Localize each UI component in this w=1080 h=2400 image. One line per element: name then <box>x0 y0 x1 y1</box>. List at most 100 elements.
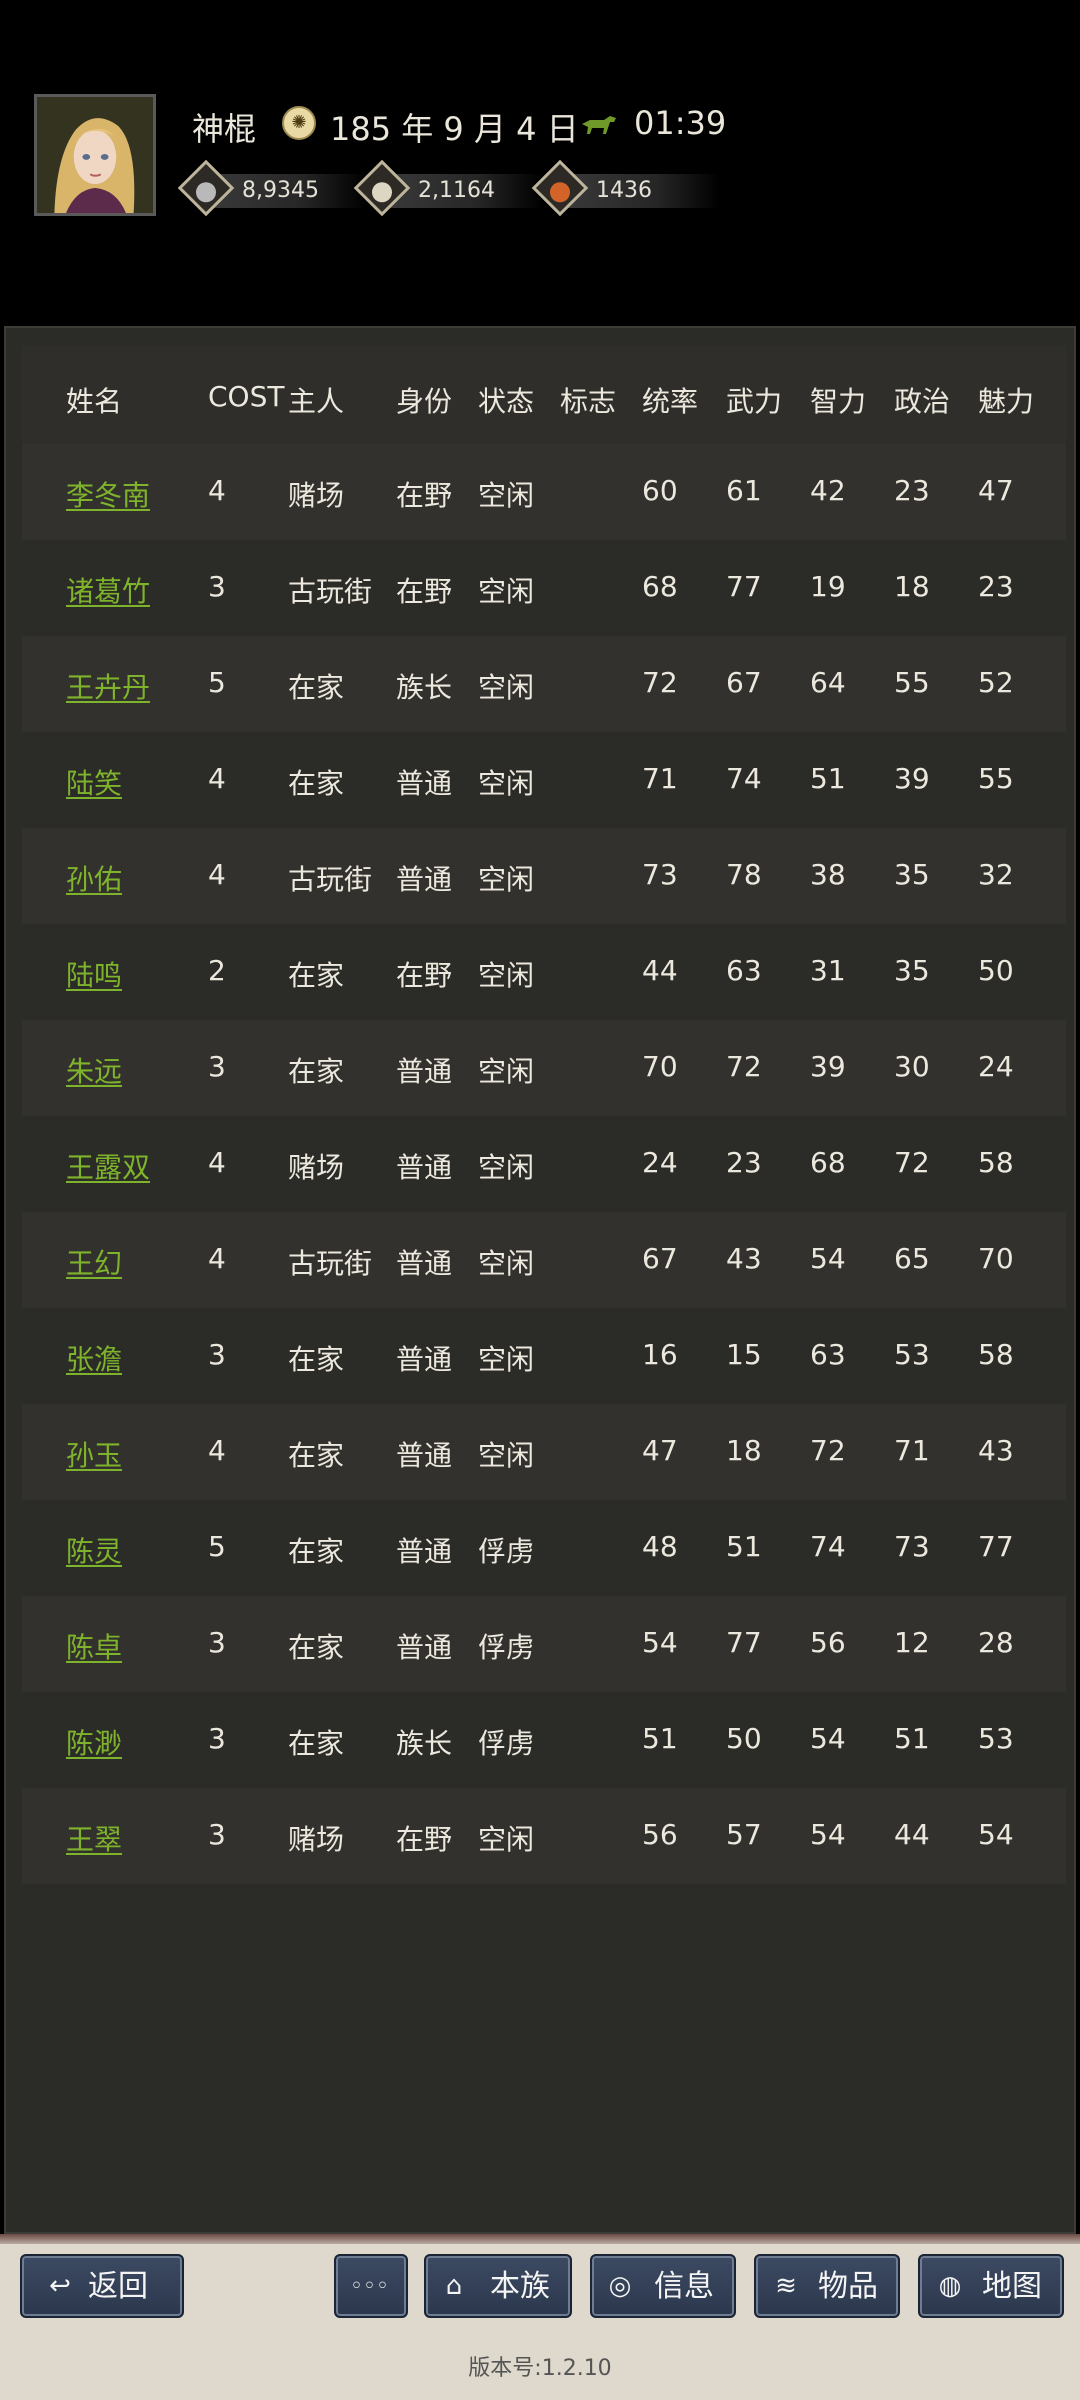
col-flag[interactable]: 标志 <box>560 380 616 420</box>
row-politics: 18 <box>894 570 930 603</box>
col-intelligence[interactable]: 智力 <box>810 380 866 420</box>
table-row[interactable]: 孙佑 4 古玩街 普通 空闲 73 78 38 35 32 <box>22 828 1066 924</box>
col-cost[interactable]: COST <box>208 380 284 413</box>
grain-value: 2,1164 <box>418 178 495 203</box>
row-status: 空闲 <box>478 767 535 800</box>
row-war: 43 <box>726 1242 762 1275</box>
character-name-link[interactable]: 朱远 <box>66 1050 122 1090</box>
row-owner: 在家 <box>288 959 345 992</box>
row-owner: 在家 <box>288 1055 345 1088</box>
table-row[interactable]: 陈灵 5 在家 普通 俘虏 48 51 74 73 77 <box>22 1500 1066 1596</box>
clan-button[interactable]: ⌂ 本族 <box>424 2254 572 2318</box>
row-war: 15 <box>726 1338 762 1371</box>
info-button[interactable]: ◎ 信息 <box>590 2254 736 2318</box>
row-politics: 23 <box>894 474 930 507</box>
character-name-link[interactable]: 王幻 <box>66 1242 122 1282</box>
col-politics[interactable]: 政治 <box>894 380 950 420</box>
row-status: 空闲 <box>478 671 535 704</box>
row-owner: 古玩街 <box>288 575 373 608</box>
row-war: 18 <box>726 1434 762 1467</box>
row-politics: 65 <box>894 1242 930 1275</box>
table-row[interactable]: 王卉丹 5 在家 族长 空闲 72 67 64 55 52 <box>22 636 1066 732</box>
row-cost: 4 <box>208 1146 226 1179</box>
character-name-link[interactable]: 陈卓 <box>66 1626 122 1666</box>
food-value: 1436 <box>596 178 652 203</box>
table-row[interactable]: 陈卓 3 在家 普通 俘虏 54 77 56 12 28 <box>22 1596 1066 1692</box>
horse-icon <box>582 116 616 134</box>
col-owner[interactable]: 主人 <box>288 380 344 420</box>
character-name-link[interactable]: 陆鸣 <box>66 954 122 994</box>
row-war: 77 <box>726 570 762 603</box>
row-owner: 在家 <box>288 1727 345 1760</box>
table-row[interactable]: 王幻 4 古玩街 普通 空闲 67 43 54 65 70 <box>22 1212 1066 1308</box>
game-clock: 01:39 <box>634 104 727 142</box>
map-button[interactable]: ◍ 地图 <box>918 2254 1064 2318</box>
table-row[interactable]: 王露双 4 赌场 普通 空闲 24 23 68 72 58 <box>22 1116 1066 1212</box>
character-name-link[interactable]: 李冬南 <box>66 474 150 514</box>
row-leadership: 24 <box>642 1146 678 1179</box>
table-row[interactable]: 张澹 3 在家 普通 空闲 16 15 63 53 58 <box>22 1308 1066 1404</box>
more-button[interactable]: ◦◦◦ <box>334 2254 408 2318</box>
clan-label: 本族 <box>490 2269 550 2304</box>
row-status: 空闲 <box>478 1247 535 1280</box>
nav-divider <box>0 2234 1080 2244</box>
row-owner: 赌场 <box>288 1823 345 1856</box>
row-cost: 4 <box>208 1242 226 1275</box>
row-war: 77 <box>726 1626 762 1659</box>
col-charm[interactable]: 魅力 <box>978 380 1034 420</box>
table-row[interactable]: 陆笑 4 在家 普通 空闲 71 74 51 39 55 <box>22 732 1066 828</box>
table-row[interactable]: 王翠 3 赌场 在野 空闲 56 57 54 44 54 <box>22 1788 1066 1884</box>
row-charm: 47 <box>978 474 1014 507</box>
row-leadership: 51 <box>642 1722 678 1755</box>
row-politics: 44 <box>894 1818 930 1851</box>
items-button[interactable]: ≋ 物品 <box>754 2254 900 2318</box>
player-avatar[interactable] <box>34 94 156 216</box>
row-charm: 53 <box>978 1722 1014 1755</box>
row-war: 72 <box>726 1050 762 1083</box>
row-intelligence: 51 <box>810 762 846 795</box>
character-name-link[interactable]: 王翠 <box>66 1818 122 1858</box>
table-row[interactable]: 朱远 3 在家 普通 空闲 70 72 39 30 24 <box>22 1020 1066 1116</box>
row-intelligence: 54 <box>810 1242 846 1275</box>
items-label: 物品 <box>818 2269 878 2304</box>
character-name-link[interactable]: 王露双 <box>66 1146 150 1186</box>
row-rank: 在野 <box>396 959 453 992</box>
row-status: 空闲 <box>478 863 535 896</box>
row-status: 俘虏 <box>478 1535 535 1568</box>
character-name-link[interactable]: 陈渺 <box>66 1722 122 1762</box>
row-intelligence: 19 <box>810 570 846 603</box>
row-leadership: 68 <box>642 570 678 603</box>
table-row[interactable]: 孙玉 4 在家 普通 空闲 47 18 72 71 43 <box>22 1404 1066 1500</box>
character-name-link[interactable]: 诸葛竹 <box>66 570 150 610</box>
row-war: 57 <box>726 1818 762 1851</box>
table-row[interactable]: 陈渺 3 在家 族长 俘虏 51 50 54 51 53 <box>22 1692 1066 1788</box>
col-war[interactable]: 武力 <box>726 380 782 420</box>
back-button[interactable]: ↩ 返回 <box>20 2254 184 2318</box>
character-name-link[interactable]: 孙佑 <box>66 858 122 898</box>
character-name-link[interactable]: 陈灵 <box>66 1530 122 1570</box>
row-charm: 70 <box>978 1242 1014 1275</box>
row-status: 俘虏 <box>478 1727 535 1760</box>
row-politics: 73 <box>894 1530 930 1563</box>
table-row[interactable]: 李冬南 4 赌场 在野 空闲 60 61 42 23 47 <box>22 444 1066 540</box>
col-leadership[interactable]: 统率 <box>642 380 698 420</box>
row-politics: 35 <box>894 954 930 987</box>
col-rank[interactable]: 身份 <box>396 380 452 420</box>
row-rank: 普通 <box>396 1151 453 1184</box>
row-intelligence: 56 <box>810 1626 846 1659</box>
row-cost: 4 <box>208 858 226 891</box>
table-row[interactable]: 陆鸣 2 在家 在野 空闲 44 63 31 35 50 <box>22 924 1066 1020</box>
row-leadership: 48 <box>642 1530 678 1563</box>
col-name[interactable]: 姓名 <box>66 380 122 420</box>
col-status[interactable]: 状态 <box>478 380 534 420</box>
player-name: 神棍 <box>192 110 257 148</box>
row-leadership: 47 <box>642 1434 678 1467</box>
row-charm: 77 <box>978 1530 1014 1563</box>
character-name-link[interactable]: 张澹 <box>66 1338 122 1378</box>
character-name-link[interactable]: 王卉丹 <box>66 666 150 706</box>
table-row[interactable]: 诸葛竹 3 古玩街 在野 空闲 68 77 19 18 23 <box>22 540 1066 636</box>
character-name-link[interactable]: 孙玉 <box>66 1434 122 1474</box>
row-leadership: 70 <box>642 1050 678 1083</box>
character-name-link[interactable]: 陆笑 <box>66 762 122 802</box>
row-rank: 在野 <box>396 575 453 608</box>
